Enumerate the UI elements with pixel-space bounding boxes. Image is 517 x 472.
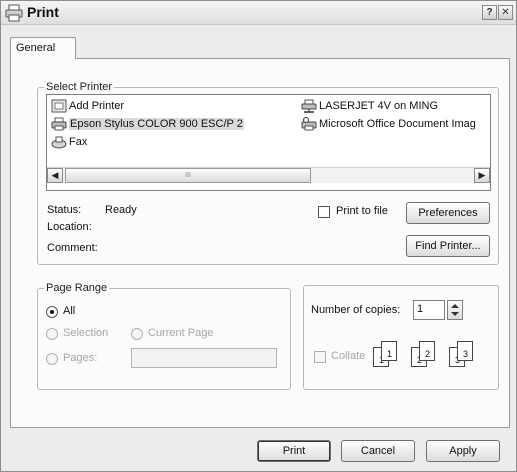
printer-list-hscrollbar[interactable]: ◀ III ▶	[47, 167, 490, 183]
scroll-thumb[interactable]: III	[65, 168, 311, 183]
collate-page: 2	[419, 341, 435, 361]
page-range-pages-label[interactable]: Pages:	[63, 352, 97, 364]
copies-group	[303, 285, 499, 390]
find-printer-button[interactable]: Find Printer...	[406, 235, 490, 257]
page-range-current-page-radio[interactable]	[131, 328, 143, 340]
location-label: Location:	[47, 221, 92, 233]
spin-up-icon[interactable]	[451, 304, 459, 308]
page-range-selection-radio[interactable]	[46, 328, 58, 340]
scroll-left-arrow[interactable]: ◀	[47, 168, 63, 183]
collate-page: 3	[457, 341, 473, 361]
print-to-file-label[interactable]: Print to file	[336, 205, 388, 217]
status-label: Status:	[47, 204, 82, 216]
scroll-right-arrow[interactable]: ▶	[474, 168, 490, 183]
printer-app-icon	[5, 4, 23, 22]
close-button[interactable]: ✕	[498, 5, 513, 20]
page-range-all-label[interactable]: All	[63, 305, 75, 317]
page-range-current-page-label[interactable]: Current Page	[148, 327, 213, 339]
document-imaging-printer-icon	[301, 117, 317, 131]
printer-item-laserjet[interactable]: LASERJET 4V on MING	[301, 99, 438, 115]
select-printer-legend: Select Printer	[46, 81, 113, 93]
pages-input[interactable]	[131, 348, 277, 368]
window-title: Print	[27, 4, 59, 20]
help-button[interactable]: ?	[482, 5, 497, 20]
collate-checkbox[interactable]	[314, 351, 326, 363]
title-bar[interactable]: Print ? ✕	[1, 1, 516, 25]
apply-button[interactable]: Apply	[426, 440, 500, 462]
page-range-legend: Page Range	[46, 282, 108, 294]
status-value: Ready	[105, 204, 137, 216]
page-range-all-radio[interactable]	[46, 306, 58, 318]
printer-item-epson[interactable]: Epson Stylus COLOR 900 ESC/P 2	[51, 117, 244, 133]
scroll-thumb-grip: III	[185, 172, 191, 179]
add-printer-icon	[51, 99, 67, 113]
printer-item-ms-office-imaging[interactable]: Microsoft Office Document Imag	[301, 117, 476, 133]
printer-item-fax[interactable]: Fax	[51, 135, 87, 151]
page-range-selection-label[interactable]: Selection	[63, 327, 108, 339]
copies-input[interactable]: 1	[413, 300, 445, 320]
print-to-file-checkbox[interactable]	[318, 206, 330, 218]
number-of-copies-label: Number of copies:	[311, 304, 401, 316]
tab-general[interactable]: General	[10, 37, 76, 59]
fax-icon	[51, 136, 67, 149]
preferences-button[interactable]: Preferences	[406, 202, 490, 224]
cancel-button[interactable]: Cancel	[341, 440, 415, 462]
printer-item-add-printer[interactable]: Add Printer	[51, 99, 124, 115]
comment-label: Comment:	[47, 242, 98, 254]
print-dialog: Print ? ✕ General Select Printer Add Pri…	[0, 0, 517, 472]
network-printer-icon	[301, 99, 317, 113]
copies-spinner[interactable]	[447, 300, 463, 320]
spin-down-icon[interactable]	[451, 312, 459, 316]
page-range-pages-radio[interactable]	[46, 353, 58, 365]
print-button[interactable]: Print	[257, 440, 331, 462]
printer-list[interactable]: Add Printer Epson Stylus COLOR 900 ESC/P…	[46, 94, 491, 191]
collate-label[interactable]: Collate	[331, 350, 365, 362]
collate-page: 1	[381, 341, 397, 361]
printer-icon	[51, 117, 67, 131]
